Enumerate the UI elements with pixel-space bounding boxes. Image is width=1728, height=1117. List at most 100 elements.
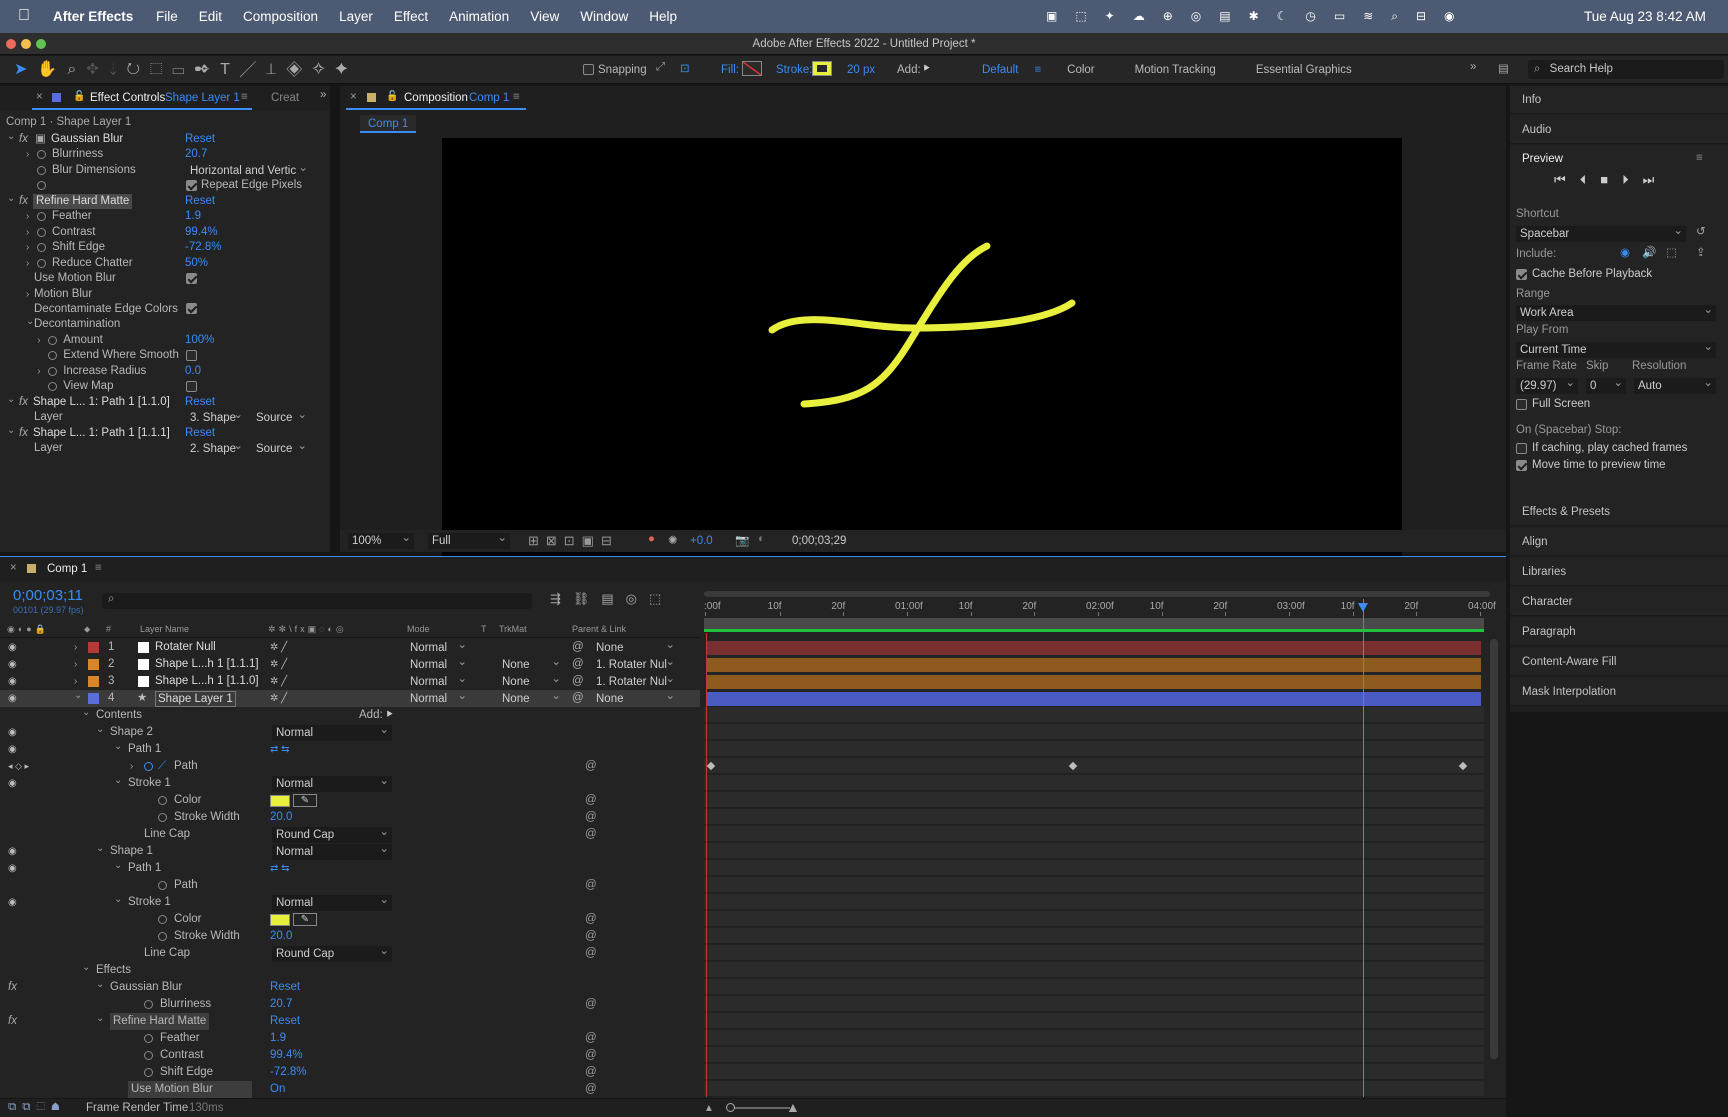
rotate-tool-icon[interactable]: ↻ [126, 61, 150, 78]
snapping-checkbox[interactable] [583, 64, 594, 76]
clock[interactable]: Tue Aug 23 8:42 AM [1584, 9, 1706, 24]
effect-row[interactable]: Layer 2. Shape Source [0, 441, 330, 456]
layer-row[interactable]: ◉ › 2 Shape L...h 1 [1.1.1] ✲ ╱ Normal None @1.… [0, 656, 700, 673]
effect-name[interactable]: Refine Hard Matte [33, 193, 133, 209]
twirl-icon[interactable]: ⌄ [114, 738, 122, 755]
layer-search-input[interactable]: ⌕ [102, 593, 532, 609]
cache-checkbox[interactable] [1516, 269, 1527, 281]
property-track[interactable] [704, 707, 1484, 723]
include-export-icon[interactable]: ⇪ [1696, 245, 1706, 259]
property-value[interactable]: -72.8% [270, 1064, 306, 1081]
expression-pickwhip-icon[interactable]: @ [585, 1030, 597, 1047]
stopwatch-icon[interactable] [144, 1000, 153, 1009]
checkbox[interactable] [186, 379, 197, 394]
comp-subtab[interactable]: Comp 1 [360, 115, 417, 133]
blur-dimensions-dropdown[interactable]: Horizontal and Vertic [186, 163, 311, 179]
property-row[interactable]: Stroke Width 20.0 @ [0, 928, 700, 945]
blend-mode-dropdown[interactable]: Normal [406, 691, 470, 707]
stopwatch-icon[interactable] [37, 227, 46, 237]
property-value[interactable]: -72.8% [185, 240, 221, 255]
property-track[interactable] [704, 894, 1484, 910]
show-snapshot-icon[interactable]: ◐ [758, 533, 765, 545]
layer-row[interactable]: ◉ › 1 Rotater Null ✲ ╱ Normal @ None [0, 639, 700, 656]
layer-row[interactable]: ◉›3Shape L...h 1 [1.1.0]✲ ╱NormalNone@1.… [0, 673, 700, 690]
fx-icon[interactable]: fx [8, 979, 17, 996]
blend-mode-dropdown[interactable]: Normal [406, 640, 470, 656]
effect-name[interactable]: Gaussian Blur [51, 132, 123, 147]
pen-tool-icon[interactable]: ✒ [194, 61, 220, 78]
property-row[interactable]: ◉ ⌄ Shape 1 Normal [0, 843, 700, 860]
visibility-eye-icon[interactable]: ◉ [8, 656, 17, 673]
snap-icon[interactable]: ⤢ [656, 61, 665, 74]
effect-row[interactable]: › Motion Blur [0, 287, 330, 302]
property-track[interactable] [704, 979, 1484, 995]
property-value[interactable]: 0.0 [185, 364, 201, 379]
reset-link[interactable]: Reset [185, 395, 215, 410]
playhead-handle[interactable] [1358, 603, 1369, 612]
property-value[interactable]: On [270, 1081, 285, 1098]
workspace-default[interactable]: Default [982, 64, 1018, 76]
reset-link[interactable]: Reset [185, 194, 215, 209]
property-row[interactable]: Line Cap Round Cap @ [0, 826, 700, 843]
keyframe-diamond[interactable] [706, 761, 716, 771]
property-track[interactable] [704, 945, 1484, 961]
panel-mask-interpolation[interactable]: Mask Interpolation [1510, 678, 1728, 706]
twirl-icon[interactable]: ⌄ [82, 704, 90, 721]
comp-timecode[interactable]: 0;00;03;29 [792, 535, 846, 547]
panel-character[interactable]: Character [1510, 588, 1728, 616]
close-tab-icon[interactable]: × [36, 91, 43, 103]
trkmat-dropdown[interactable]: None [498, 674, 564, 690]
include-overlays-icon[interactable]: ⬚ [1666, 245, 1677, 259]
keyframe-diamond[interactable] [1068, 761, 1078, 771]
composition-tab-comp[interactable]: Comp 1 [469, 92, 509, 104]
panel-menu-icon[interactable]: ≡ [95, 562, 102, 574]
twirl-icon[interactable]: ⌄ [114, 891, 122, 908]
stopwatch-icon[interactable] [158, 813, 167, 822]
disclosure-icon[interactable]: › [26, 240, 29, 255]
expression-pickwhip-icon[interactable]: @ [585, 911, 597, 928]
property-track[interactable] [704, 860, 1484, 876]
workspace-essential-graphics[interactable]: Essential Graphics [1256, 64, 1352, 76]
workspace-color[interactable]: Color [1067, 64, 1094, 76]
path-direction-icons[interactable]: ⇄ ⇆ [270, 860, 290, 877]
property-row[interactable]: Path @ [0, 877, 700, 894]
resolution-dropdown[interactable]: Full [428, 533, 510, 549]
property-track[interactable] [704, 843, 1484, 859]
prev-frame-icon[interactable]: ⏴ [1580, 172, 1601, 187]
disclosure-icon[interactable]: ⌄ [7, 423, 15, 438]
checkbox[interactable] [186, 302, 197, 317]
effect-row[interactable]: View Map [0, 379, 330, 394]
disclosure-icon[interactable]: › [26, 209, 29, 224]
stroke-width-value[interactable]: 20 px [847, 64, 875, 76]
exposure-reset-icon[interactable]: ✺ [668, 533, 678, 547]
label-color-swatch[interactable] [88, 659, 99, 670]
property-dropdown[interactable]: Round Cap [272, 827, 392, 843]
property-row[interactable]: ◉ ⌄ Path 1 ⇄ ⇆ [0, 860, 700, 877]
twirl-icon[interactable]: ⌄ [96, 976, 104, 993]
switch-icons[interactable]: ✲ ╱ [270, 690, 287, 707]
label-color-swatch[interactable] [88, 676, 99, 687]
parent-dropdown[interactable]: None [592, 691, 678, 707]
checkbox-box[interactable] [186, 179, 197, 191]
property-track[interactable] [704, 1064, 1484, 1080]
panel-libraries[interactable]: Libraries [1510, 558, 1728, 586]
property-row[interactable]: fx ⌄ Refine Hard Matte Reset [0, 1013, 700, 1030]
effect-row[interactable]: Repeat Edge Pixels [0, 178, 330, 193]
twirl-icon[interactable]: ⌄ [82, 959, 90, 976]
color-swatch[interactable] [270, 914, 290, 926]
workspace-overflow-icon[interactable]: » [1470, 61, 1476, 73]
property-track[interactable] [704, 758, 1484, 774]
snapshot-icon[interactable]: 📷 [735, 533, 749, 547]
property-value[interactable]: 20.7 [185, 147, 207, 162]
effect-row[interactable]: › Feather 1.9 [0, 209, 330, 224]
timeline-tab-label[interactable]: Comp 1 [47, 563, 87, 575]
effect-row[interactable]: ⌄ fx Shape L... 1: Path 1 [1.1.0] Reset [0, 394, 330, 410]
close-tab-icon[interactable]: × [350, 91, 357, 103]
tab-create[interactable]: Creat [271, 92, 299, 104]
menu-file[interactable]: File [156, 9, 178, 24]
property-row[interactable]: ◉ ⌄ Stroke 1 Normal [0, 894, 700, 911]
property-track[interactable] [704, 1081, 1484, 1097]
property-dropdown[interactable]: Round Cap [272, 946, 392, 962]
workspace-menu-icon[interactable]: ≡ [1034, 64, 1041, 76]
expression-pickwhip-icon[interactable]: @ [585, 1047, 597, 1064]
